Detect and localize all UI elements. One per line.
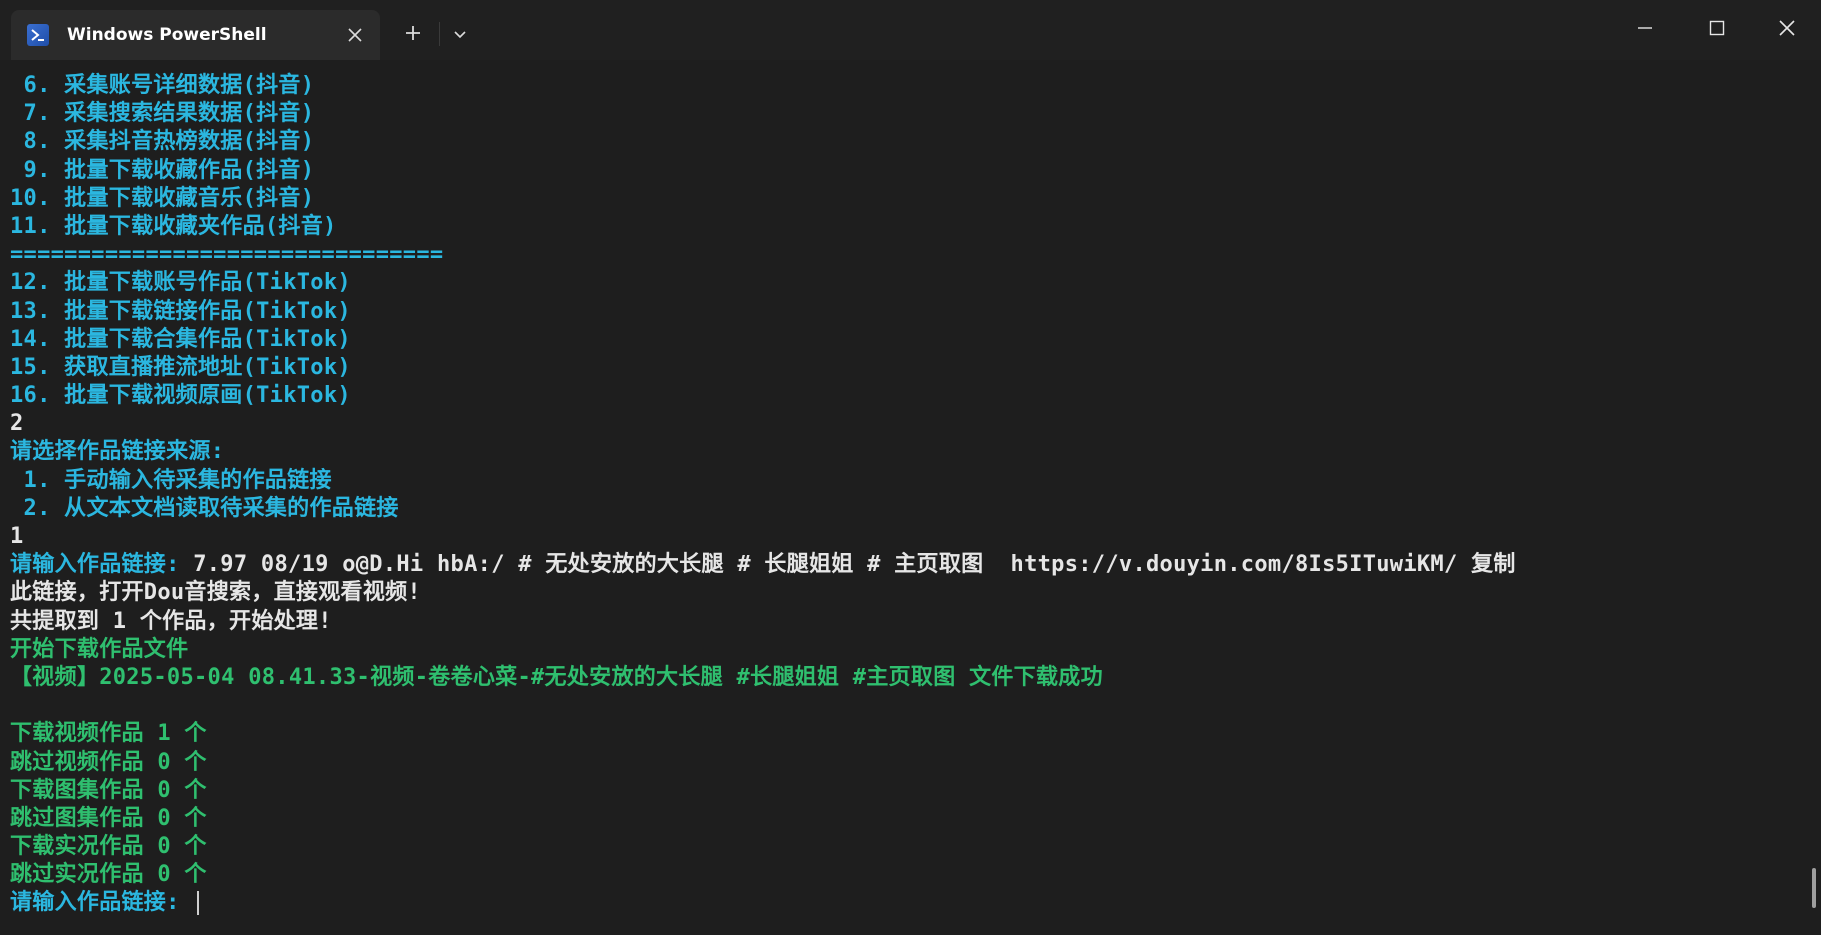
close-icon[interactable]	[342, 22, 368, 48]
terminal-line: 下载图集作品 0 个	[10, 777, 207, 803]
terminal-line: 1. 手动输入待采集的作品链接	[10, 467, 332, 493]
powershell-icon	[27, 24, 49, 46]
maximize-icon[interactable]	[1681, 0, 1753, 56]
tab-windows-powershell[interactable]: Windows PowerShell	[11, 10, 380, 60]
terminal-line: 跳过视频作品 0 个	[10, 749, 207, 775]
minimize-icon[interactable]	[1609, 0, 1681, 56]
terminal-output[interactable]: 6. 采集账号详细数据(抖音) 7. 采集搜索结果数据(抖音) 8. 采集抖音热…	[0, 60, 1810, 935]
text-cursor	[197, 891, 200, 916]
terminal-line: 2. 从文本文档读取待采集的作品链接	[10, 495, 399, 521]
terminal-line: 10. 批量下载收藏音乐(抖音)	[10, 185, 315, 211]
tab-separator	[439, 22, 440, 46]
terminal-line: 共提取到 1 个作品，开始处理!	[10, 608, 332, 634]
input-prompt: 请输入作品链接:	[10, 552, 194, 578]
terminal-line: 开始下载作品文件	[10, 636, 189, 662]
terminal-line: 12. 批量下载账号作品(TikTok)	[10, 270, 351, 296]
terminal-window: Windows PowerShell 6. 采集账号详细数据(抖音) 7. 采集…	[0, 0, 1821, 935]
chevron-down-icon[interactable]	[446, 20, 474, 48]
terminal-line: 13. 批量下载链接作品(TikTok)	[10, 298, 351, 324]
window-close-icon[interactable]	[1751, 0, 1821, 56]
input-value: 7.97 08/19 o@D.Hi hbA:/ # 无处安放的大长腿 # 长腿姐…	[193, 552, 1516, 578]
terminal-line: 请选择作品链接来源:	[10, 439, 225, 465]
terminal-line: 11. 批量下载收藏夹作品(抖音)	[10, 213, 337, 239]
tab-title: Windows PowerShell	[67, 25, 267, 45]
terminal-line: 下载视频作品 1 个	[10, 721, 207, 747]
terminal-line: 9. 批量下载收藏作品(抖音)	[10, 157, 315, 183]
terminal-line: 此链接，打开Dou音搜索，直接观看视频!	[10, 580, 421, 606]
terminal-line: ================================	[10, 242, 444, 268]
terminal-line: 14. 批量下载合集作品(TikTok)	[10, 326, 351, 352]
active-input-line[interactable]: 请输入作品链接:	[10, 889, 1810, 917]
terminal-line: 16. 批量下载视频原画(TikTok)	[10, 383, 351, 409]
terminal-line: 请输入作品链接: 7.97 08/19 o@D.Hi hbA:/ # 无处安放的…	[10, 551, 1810, 579]
terminal-line: 1	[10, 524, 24, 549]
terminal-line: 15. 获取直播推流地址(TikTok)	[10, 354, 351, 380]
terminal-line: 【视频】2025-05-04 08.41.33-视频-卷卷心菜-#无处安放的大长…	[10, 664, 1103, 690]
title-bar[interactable]: Windows PowerShell	[0, 0, 1821, 60]
scrollbar-thumb[interactable]	[1812, 868, 1816, 908]
terminal-line: 7. 采集搜索结果数据(抖音)	[10, 101, 315, 127]
terminal-line: 跳过图集作品 0 个	[10, 805, 207, 831]
terminal-line: 8. 采集抖音热榜数据(抖音)	[10, 129, 315, 155]
terminal-line: 2	[10, 411, 24, 437]
terminal-line: 下载实况作品 0 个	[10, 834, 207, 860]
terminal-line: 跳过实况作品 0 个	[10, 862, 207, 888]
input-prompt: 请输入作品链接:	[10, 890, 194, 916]
terminal-line: 6. 采集账号详细数据(抖音)	[10, 73, 315, 98]
plus-icon[interactable]	[398, 18, 428, 48]
